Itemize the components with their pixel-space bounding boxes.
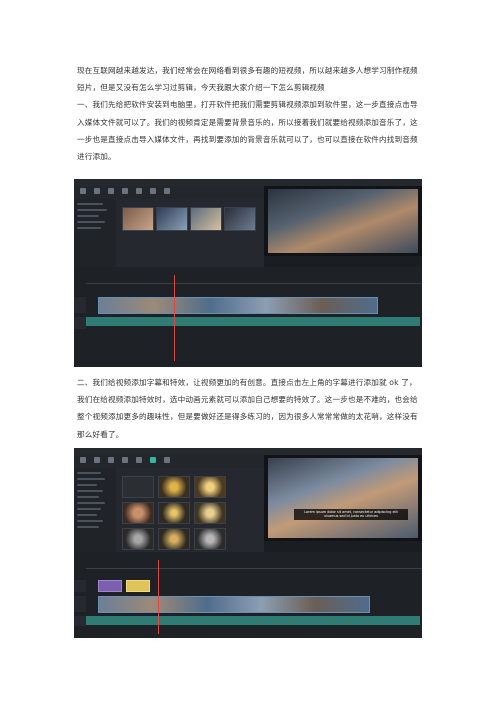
- titles-tab-icon: [108, 188, 114, 194]
- element-track-header: [74, 580, 86, 592]
- elements-tab-icon: [150, 188, 156, 194]
- media-tab-icon: [80, 457, 86, 463]
- element-thumbnail[interactable]: [194, 528, 226, 550]
- app-menu-bar: [74, 179, 422, 186]
- element-thumbnail[interactable]: [122, 476, 154, 498]
- paragraph-step-1: 一、我们先给把软件安装到电脑里，打开软件把我们需要剪辑视频添加到软件里，这一步直…: [77, 100, 418, 162]
- audio-track-header: [74, 616, 86, 626]
- element-thumbnail[interactable]: [158, 528, 190, 550]
- preview-image: [268, 458, 418, 538]
- audio-clip[interactable]: [86, 317, 420, 326]
- elements-tab-icon[interactable]: [150, 457, 156, 463]
- media-tab-icon: [80, 188, 86, 194]
- playback-controls[interactable]: [264, 541, 422, 552]
- video-track-header: [74, 297, 86, 313]
- media-thumbnail[interactable]: [122, 207, 154, 231]
- element-thumbnail[interactable]: [194, 502, 226, 524]
- element-thumbnail[interactable]: [122, 502, 154, 524]
- element-thumbnail[interactable]: [158, 502, 190, 524]
- element-clip[interactable]: [98, 580, 122, 592]
- elements-library-panel: [116, 468, 264, 552]
- editor-screenshot-import-media: [74, 179, 422, 367]
- element-thumbnail[interactable]: [158, 476, 190, 498]
- media-sidebar: [74, 199, 116, 267]
- timeline-playhead[interactable]: [174, 275, 175, 361]
- timeline-ruler: [86, 562, 422, 569]
- media-thumbnail[interactable]: [156, 207, 188, 231]
- media-thumbnail[interactable]: [224, 207, 256, 231]
- element-thumbnail[interactable]: [194, 476, 226, 498]
- audio-tab-icon: [94, 457, 100, 463]
- subtitle-overlay[interactable]: Lorem ipsum dolor sit amet, consectetur …: [294, 509, 408, 520]
- timeline-ruler: [86, 277, 422, 284]
- editor-screenshot-elements: Lorem ipsum dolor sit amet, consectetur …: [74, 448, 422, 638]
- effects-tab-icon: [136, 457, 142, 463]
- paragraph-step-2: 二、我们给视频添加字幕和特效，让视频更加的有创意。直接点击左上角的字幕进行添加就…: [77, 378, 418, 439]
- playback-controls[interactable]: [264, 256, 422, 267]
- element-thumbnail[interactable]: [122, 528, 154, 550]
- audio-clip[interactable]: [86, 616, 420, 625]
- media-toolbar: [74, 455, 264, 468]
- media-toolbar: [74, 186, 264, 199]
- split-screen-tab-icon: [164, 457, 170, 463]
- transitions-tab-icon: [122, 188, 128, 194]
- timeline-panel: [74, 267, 422, 367]
- effects-tab-icon: [136, 188, 142, 194]
- title-clip[interactable]: [126, 580, 150, 592]
- audio-tab-icon: [94, 188, 100, 194]
- video-clip[interactable]: [98, 596, 370, 613]
- audio-track-header: [74, 317, 86, 329]
- transitions-tab-icon: [122, 457, 128, 463]
- elements-sidebar: [74, 468, 116, 552]
- video-track-header: [74, 596, 86, 612]
- app-menu-bar: [74, 448, 422, 455]
- titles-tab-icon: [108, 457, 114, 463]
- split-screen-tab-icon: [164, 188, 170, 194]
- subtitle-line-2: vivamus sed id justo eu ultrices: [324, 514, 378, 519]
- preview-window: [264, 186, 422, 267]
- media-thumbnail[interactable]: [190, 207, 222, 231]
- timeline-panel: [74, 552, 422, 638]
- video-clip[interactable]: [98, 297, 378, 314]
- paragraph-intro: 现在互联网越来越发达，我们经常会在网络看到很多有趣的短视频，所以越来越多人想学习…: [77, 66, 418, 93]
- preview-image: [268, 189, 418, 253]
- paragraph-intro-and-step1: 现在互联网越来越发达，我们经常会在网络看到很多有趣的短视频，所以越来越多人想学习…: [77, 62, 423, 165]
- media-library-panel: [116, 199, 264, 267]
- timeline-playhead[interactable]: [158, 560, 159, 634]
- preview-window: Lorem ipsum dolor sit amet, consectetur …: [264, 455, 422, 552]
